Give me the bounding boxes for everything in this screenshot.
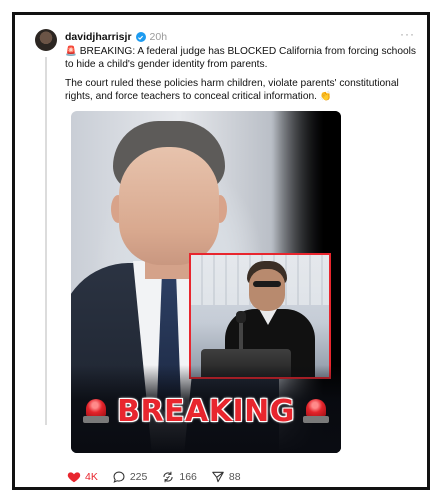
post-time[interactable]: 20h xyxy=(150,31,168,43)
like-count: 4K xyxy=(85,471,98,483)
comment-button[interactable]: 225 xyxy=(112,470,148,484)
post-card: davidjharrisjr 20h ··· 🚨 BREAKING: A fed… xyxy=(12,12,430,490)
heart-icon xyxy=(67,472,81,483)
post-image[interactable]: BREAKING xyxy=(71,111,341,453)
repost-button[interactable]: 166 xyxy=(161,470,197,484)
comment-count: 225 xyxy=(129,471,148,483)
action-bar: 4K 225 166 88 xyxy=(67,469,255,485)
share-count: 88 xyxy=(228,471,241,483)
repost-count: 166 xyxy=(179,471,197,483)
more-options-button[interactable]: ··· xyxy=(400,27,415,41)
verified-badge-icon xyxy=(135,32,146,42)
post-paragraph-2: The court ruled these policies harm chil… xyxy=(65,77,421,103)
post-line-1: BREAKING: A federal judge has BLOCKED Ca… xyxy=(65,46,417,70)
speaker-sunglasses xyxy=(253,281,281,287)
avatar[interactable] xyxy=(35,29,57,51)
inset-photo xyxy=(189,253,331,379)
post-line-2: The court ruled these policies harm chil… xyxy=(65,78,399,102)
speaker-face xyxy=(249,269,285,311)
breaking-banner: BREAKING xyxy=(71,391,341,431)
siren-icon xyxy=(302,397,329,425)
siren-icon xyxy=(83,397,110,425)
thread-line xyxy=(45,57,47,425)
username[interactable]: davidjharrisjr xyxy=(65,31,132,43)
repost-icon xyxy=(163,471,173,483)
clap-emoji: 👏 xyxy=(319,91,332,102)
siren-emoji: 🚨 xyxy=(65,46,77,57)
comment-bubble-icon xyxy=(113,471,125,483)
post-text: 🚨 BREAKING: A federal judge has BLOCKED … xyxy=(65,45,421,103)
share-button[interactable]: 88 xyxy=(211,470,241,484)
breaking-text: BREAKING xyxy=(117,393,295,429)
post-paragraph-1: 🚨 BREAKING: A federal judge has BLOCKED … xyxy=(65,45,421,71)
main-figure-face xyxy=(119,147,219,265)
like-button[interactable]: 4K xyxy=(67,470,98,484)
microphone-icon xyxy=(236,311,246,323)
post-header: davidjharrisjr 20h ··· xyxy=(65,27,415,45)
send-icon xyxy=(212,471,224,483)
